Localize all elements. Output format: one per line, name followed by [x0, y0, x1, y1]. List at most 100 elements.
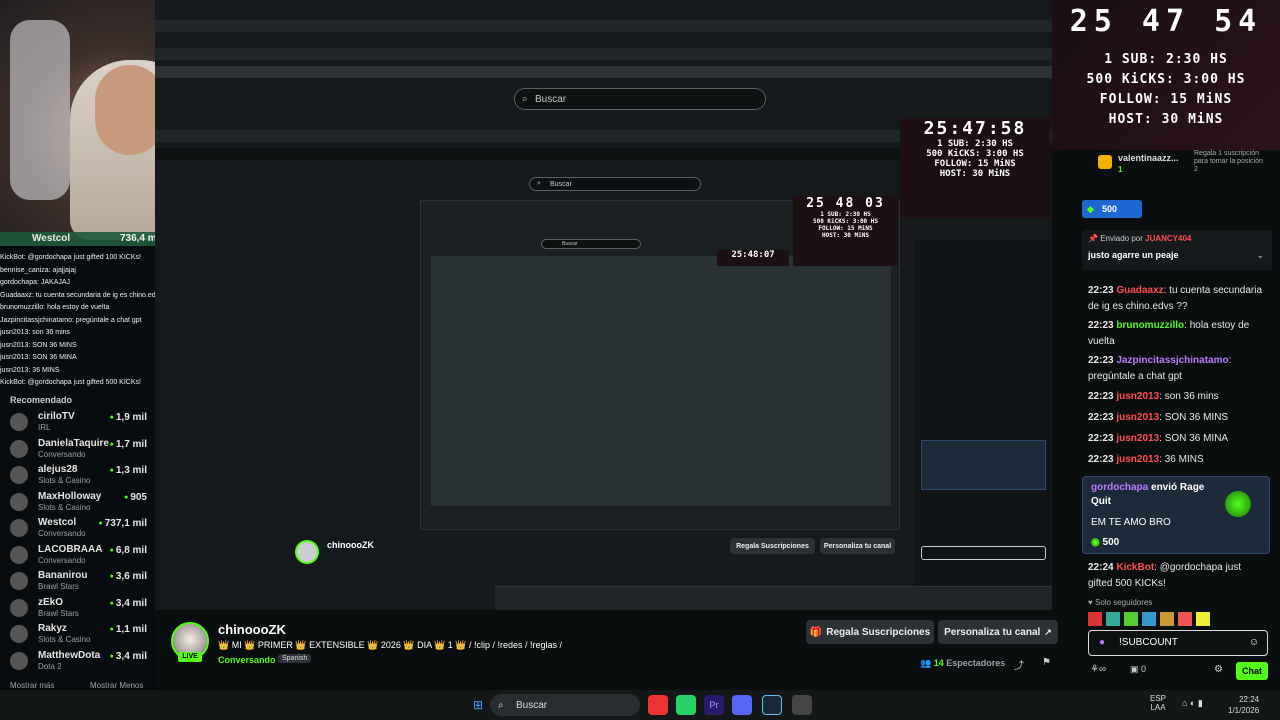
search-bar[interactable]: ⌕ Buscar: [514, 88, 766, 110]
network-icon[interactable]: ⌂ ◐ ▮: [1182, 698, 1203, 709]
sidebar-channel-item[interactable]: zEkOBrawl Stars 3,4 mil: [6, 596, 151, 622]
counter-time: 25 47 54: [1069, 4, 1263, 39]
channel-name: LACOBRAAA: [38, 543, 103, 555]
discord-icon[interactable]: [732, 695, 752, 715]
pin-icon: 📌: [1088, 234, 1101, 243]
live-badge: LIVE: [178, 652, 202, 662]
windows-start-icon[interactable]: ⊞: [468, 695, 488, 715]
points-value: 0: [1141, 664, 1147, 674]
chat-msg-time: 22:23: [1088, 433, 1114, 444]
search-placeholder: Buscar: [550, 180, 572, 188]
bot-msg-user[interactable]: KickBot: [1116, 562, 1154, 573]
chat-msg-user[interactable]: jusn2013: [1116, 412, 1159, 423]
nested-counter-line: FOLLOW: 15 MiNS: [818, 225, 873, 232]
sidebar-channel-item[interactable]: MatthewDotaDota 2 3,4 mil: [6, 649, 151, 675]
nested-chat-input[interactable]: [921, 546, 1046, 560]
gifter-badge-icon: [1098, 155, 1112, 169]
nested-stream-name: chinoooZK: [327, 540, 374, 550]
chat-input[interactable]: ● !SUBCOUNT ☺: [1088, 630, 1268, 656]
windows-taskbar: [0, 690, 1280, 720]
nested-subs-button[interactable]: Regala Suscripciones: [730, 538, 815, 554]
channel-name: Bananirou: [38, 570, 88, 581]
lang-top: ESP: [1150, 694, 1167, 703]
mic-icon: ●: [1099, 637, 1106, 648]
search-bar-nested[interactable]: ⌕ Buscar: [529, 177, 701, 191]
report-icon[interactable]: ⚑: [1042, 657, 1051, 668]
stream-language-tag[interactable]: Spanish: [278, 654, 312, 663]
channel-category: Dota 2: [38, 661, 62, 671]
chat-msg-user[interactable]: jusn2013: [1116, 454, 1159, 465]
sidebar-channel-item[interactable]: WestcolConversando 737,1 mil: [6, 516, 151, 542]
nested-counter-line: HOST: 30 MiNS: [822, 232, 869, 239]
steam-icon[interactable]: [762, 695, 782, 715]
pinned-text: justo agarre un peaje: [1088, 250, 1179, 260]
search-bar-nested[interactable]: Buscar: [541, 239, 641, 249]
top-gifter-name[interactable]: valentinaazz...: [1118, 153, 1179, 163]
channel-category: Conversando: [38, 555, 86, 565]
sidebar-channel-item[interactable]: RakyzSlots & Casino 1,1 mil: [6, 622, 151, 648]
show-less-link[interactable]: Mostrar Menos: [90, 681, 143, 690]
overlay-chat-line: jusn2013: SON 36 MINA: [0, 354, 77, 361]
gear-icon[interactable]: ⚙: [1214, 664, 1223, 675]
nested-customize-button[interactable]: Personaliza tu canal: [820, 538, 895, 554]
infinity-icon[interactable]: ⚘∞: [1090, 664, 1106, 675]
kick-icon: ◉: [1091, 537, 1103, 548]
chat-msg-text: tu cuenta secundaria de ig es chino.edvs…: [1088, 285, 1263, 312]
language-indicator[interactable]: ESP LAA: [1150, 694, 1166, 712]
lang-bottom: LAA: [1150, 703, 1166, 712]
channel-avatar: [10, 545, 28, 564]
points-display[interactable]: ▣ 0: [1130, 664, 1146, 675]
emoji-icon[interactable]: ☺: [1249, 631, 1259, 655]
overlay-chat-line: brunomuzzillo: hola estoy de vuelta: [0, 304, 110, 311]
chat-message: 22:23 jusn2013: son 36 mins: [1088, 391, 1219, 402]
chat-msg-user[interactable]: brunomuzzillo: [1116, 320, 1184, 331]
emote-icon[interactable]: [1088, 612, 1102, 626]
sidebar-channel-item[interactable]: MaxHollowaySlots & Casino 905: [6, 490, 151, 516]
kicks-badge[interactable]: ◆ 500: [1082, 200, 1142, 218]
send-chat-button[interactable]: Chat: [1236, 662, 1268, 680]
chat-msg-user[interactable]: jusn2013: [1116, 433, 1159, 444]
gift-card: gordochapa envió Rage Quit EM TE AMO BRO…: [1082, 476, 1270, 554]
taskbar-search[interactable]: ⌕ Buscar: [490, 694, 640, 716]
emote-icon[interactable]: [1160, 612, 1174, 626]
chrome-icon[interactable]: [648, 695, 668, 715]
nested-counter-line: 1 SUB: 2:30 HS: [937, 139, 1013, 149]
sidebar-channel-item[interactable]: ciriloTVIRL 1,9 mil: [6, 410, 151, 436]
taskbar-clock[interactable]: 22:24 1/1/2026: [1228, 694, 1259, 716]
channel-viewers: 1,1 mil: [110, 624, 147, 635]
gift-card-amount-value: 500: [1102, 537, 1120, 548]
chat-msg-text: 36 MINS: [1164, 454, 1204, 465]
sidebar-channel-item[interactable]: DanielaTaquireConversando 1,7 mil: [6, 437, 151, 463]
obs-icon[interactable]: [792, 695, 812, 715]
emote-icon[interactable]: [1124, 612, 1138, 626]
stream-video: ⌕ Buscar ⌕ Buscar 25:47:58 1 SUB: 2:30 H…: [155, 0, 1052, 610]
stream-channel-name[interactable]: chinoooZK: [218, 622, 286, 637]
emote-icon[interactable]: [1106, 612, 1120, 626]
sidebar-channel-item[interactable]: LACOBRAAAConversando 6,8 mil: [6, 543, 151, 569]
gift-subs-button[interactable]: 🎁 Regala Suscripciones: [806, 620, 934, 644]
bot-message: 22:24 KickBot: @gordochapa just gifted 5…: [1088, 562, 1242, 589]
premiere-icon[interactable]: Pr: [704, 695, 724, 715]
emote-icon[interactable]: [1196, 612, 1210, 626]
taskbar-search-label: Buscar: [516, 699, 548, 711]
gift-icon: 🎁: [809, 626, 823, 638]
sidebar-channel-item[interactable]: alejus28Slots & Casino 1,3 mil: [6, 463, 151, 489]
customize-channel-button[interactable]: Personaliza tu canal ↗: [938, 620, 1058, 644]
show-more-link[interactable]: Mostrar más: [10, 681, 54, 690]
chat-msg-user[interactable]: Guadaaxz: [1116, 285, 1163, 296]
chat-msg-user[interactable]: Jazpincitassjchinatamo: [1116, 355, 1228, 366]
channel-viewers: 1,9 mil: [110, 412, 147, 423]
sidebar-channel-item[interactable]: BananirouBrawl Stars 3,6 mil: [6, 569, 151, 595]
emote-icon[interactable]: [1178, 612, 1192, 626]
whatsapp-icon[interactable]: [676, 695, 696, 715]
gift-card-message: EM TE AMO BRO: [1091, 517, 1171, 528]
channel-name: MaxHolloway: [38, 490, 102, 502]
chat-msg-user[interactable]: jusn2013: [1116, 391, 1159, 402]
nested-gift-card: [921, 440, 1046, 490]
stream-category[interactable]: Conversando: [218, 655, 276, 665]
emote-icon[interactable]: [1142, 612, 1156, 626]
channel-viewers: 3,6 mil: [110, 571, 147, 582]
channel-avatar: [10, 439, 28, 458]
chevron-down-icon[interactable]: ⌄: [1256, 250, 1264, 261]
share-icon[interactable]: ⤴: [1014, 657, 1024, 672]
